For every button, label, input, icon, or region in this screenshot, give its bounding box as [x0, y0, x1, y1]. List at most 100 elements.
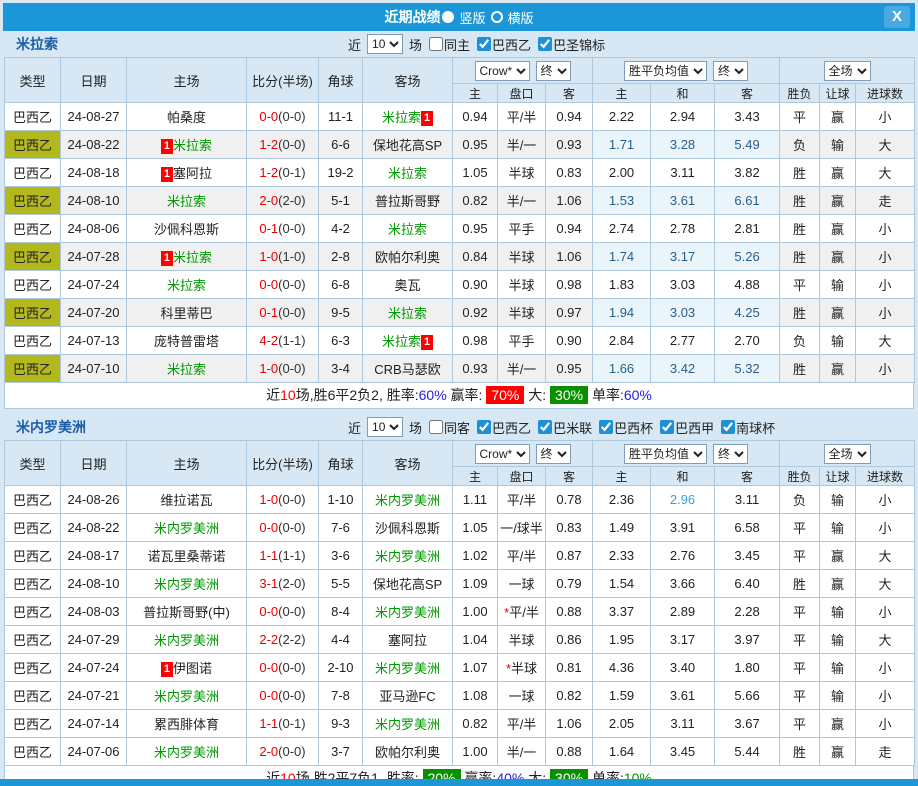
- score-cell: 0-1(0-0): [247, 299, 319, 327]
- handicap-cell: 半球: [498, 159, 546, 187]
- avg-odds-cell: 3.40: [651, 654, 715, 682]
- league-filter[interactable]: 巴圣锦标: [538, 35, 605, 54]
- avg-odds-cell: 3.03: [651, 299, 715, 327]
- avg-odds-cell: 3.17: [651, 626, 715, 654]
- avg-time-select[interactable]: 终: [713, 61, 748, 81]
- odds-away-cell: 0.98: [546, 271, 593, 299]
- avg-odds-cell: 3.61: [651, 682, 715, 710]
- scope-select[interactable]: 全场: [824, 61, 871, 81]
- sub-header-handicap-result: 让球: [820, 84, 856, 103]
- avg-odds-select[interactable]: 胜平负均值: [624, 444, 707, 464]
- corner-cell: 6-6: [319, 131, 363, 159]
- result-cell: 赢: [820, 187, 856, 215]
- team-label: 米内罗美洲: [154, 521, 219, 536]
- odds-time-select[interactable]: 终: [536, 61, 571, 81]
- bookmaker-select[interactable]: Crow*: [475, 444, 530, 464]
- team-label: 米内罗美洲: [154, 689, 219, 704]
- result-cell: 胜: [780, 187, 820, 215]
- avg-odds-cell: 6.40: [715, 570, 780, 598]
- odds-away-cell: 0.97: [546, 299, 593, 327]
- bookmaker-select[interactable]: Crow*: [475, 61, 530, 81]
- team-label: 米拉索: [382, 334, 421, 349]
- score-cell: 1-2(0-0): [247, 131, 319, 159]
- rank-badge: 1: [161, 662, 173, 677]
- table-row: 巴西乙24-08-03普拉斯哥野(中)0-0(0-0)8-4米内罗美洲1.00*…: [5, 598, 915, 626]
- league-filter[interactable]: 巴西甲: [660, 418, 714, 437]
- league-cell: 巴西乙: [5, 542, 61, 570]
- same-venue-filter[interactable]: 同客: [429, 418, 470, 437]
- league-filter[interactable]: 南球杯: [721, 418, 775, 437]
- team-label: 庞特普雷塔: [154, 334, 219, 349]
- team-label: 米拉索: [167, 194, 206, 209]
- close-icon[interactable]: X: [884, 6, 910, 28]
- sub-header-avg-draw: 和: [651, 467, 715, 486]
- team-label: 米内罗美洲: [375, 549, 440, 564]
- window-bottom-border: [0, 779, 918, 786]
- scope-select[interactable]: 全场: [824, 444, 871, 464]
- avg-odds-cell: 2.33: [593, 542, 651, 570]
- avg-odds-cell: 3.37: [593, 598, 651, 626]
- horizontal-layout-radio[interactable]: [491, 11, 503, 23]
- window-title: 近期战绩: [384, 7, 440, 27]
- league-filter[interactable]: 巴米联: [538, 418, 592, 437]
- away-team-cell: 米内罗美洲: [363, 654, 453, 682]
- avg-odds-select[interactable]: 胜平负均值: [624, 61, 707, 81]
- team-label: 塞阿拉: [173, 166, 212, 181]
- league-checkbox[interactable]: [538, 37, 552, 51]
- avg-odds-cell: 3.42: [651, 355, 715, 383]
- team-label: 米拉索: [167, 362, 206, 377]
- team-label: 伊图诺: [173, 661, 212, 676]
- odds-home-cell: 1.00: [453, 738, 498, 766]
- avg-odds-cell: 3.45: [651, 738, 715, 766]
- odds-away-cell: 0.87: [546, 542, 593, 570]
- home-team-cell: 米拉索: [127, 187, 247, 215]
- result-cell: 小: [856, 271, 915, 299]
- league-filter[interactable]: 巴西乙: [477, 35, 531, 54]
- vertical-layout-radio[interactable]: [442, 11, 454, 23]
- games-count-select[interactable]: 10: [367, 34, 403, 54]
- result-cell: 输: [820, 598, 856, 626]
- result-cell: 赢: [820, 215, 856, 243]
- home-team-cell: 米拉索: [127, 355, 247, 383]
- league-checkbox[interactable]: [599, 420, 613, 434]
- corner-cell: 9-5: [319, 299, 363, 327]
- league-filter[interactable]: 巴西杯: [599, 418, 653, 437]
- near-label: 近: [348, 35, 361, 54]
- team-label: CRB马瑟欧: [374, 362, 440, 377]
- summary-segment: 60%: [419, 387, 447, 403]
- league-filter[interactable]: 巴西乙: [477, 418, 531, 437]
- league-cell: 巴西乙: [5, 738, 61, 766]
- odds-away-cell: 1.06: [546, 187, 593, 215]
- team-label: 普拉斯哥野: [375, 194, 440, 209]
- league-checkbox[interactable]: [660, 420, 674, 434]
- handicap-cell: 平/半: [498, 486, 546, 514]
- avg-odds-cell: 5.66: [715, 682, 780, 710]
- games-count-select[interactable]: 10: [367, 417, 403, 437]
- league-checkbox[interactable]: [477, 420, 491, 434]
- result-cell: 小: [856, 710, 915, 738]
- horizontal-layout-label[interactable]: 横版: [508, 8, 534, 27]
- col-header-date: 日期: [61, 58, 127, 103]
- odds-away-cell: 0.94: [546, 215, 593, 243]
- rank-badge: 1: [161, 139, 173, 154]
- league-cell: 巴西乙: [5, 570, 61, 598]
- league-checkbox[interactable]: [721, 420, 735, 434]
- result-cell: 输: [820, 486, 856, 514]
- vertical-layout-label[interactable]: 竖版: [459, 8, 485, 27]
- same-venue-checkbox[interactable]: [429, 37, 443, 51]
- date-cell: 24-08-17: [61, 542, 127, 570]
- corner-cell: 4-4: [319, 626, 363, 654]
- team-label: 米内罗美洲: [154, 633, 219, 648]
- same-venue-filter[interactable]: 同主: [429, 35, 470, 54]
- same-venue-checkbox[interactable]: [429, 420, 443, 434]
- corner-cell: 6-8: [319, 271, 363, 299]
- league-checkbox[interactable]: [477, 37, 491, 51]
- handicap-cell: 一球: [498, 682, 546, 710]
- avg-time-select[interactable]: 终: [713, 444, 748, 464]
- avg-odds-cell: 1.49: [593, 514, 651, 542]
- date-cell: 24-08-22: [61, 514, 127, 542]
- result-cell: 大: [856, 570, 915, 598]
- odds-time-select[interactable]: 终: [536, 444, 571, 464]
- home-team-cell: 1米拉索: [127, 131, 247, 159]
- league-checkbox[interactable]: [538, 420, 552, 434]
